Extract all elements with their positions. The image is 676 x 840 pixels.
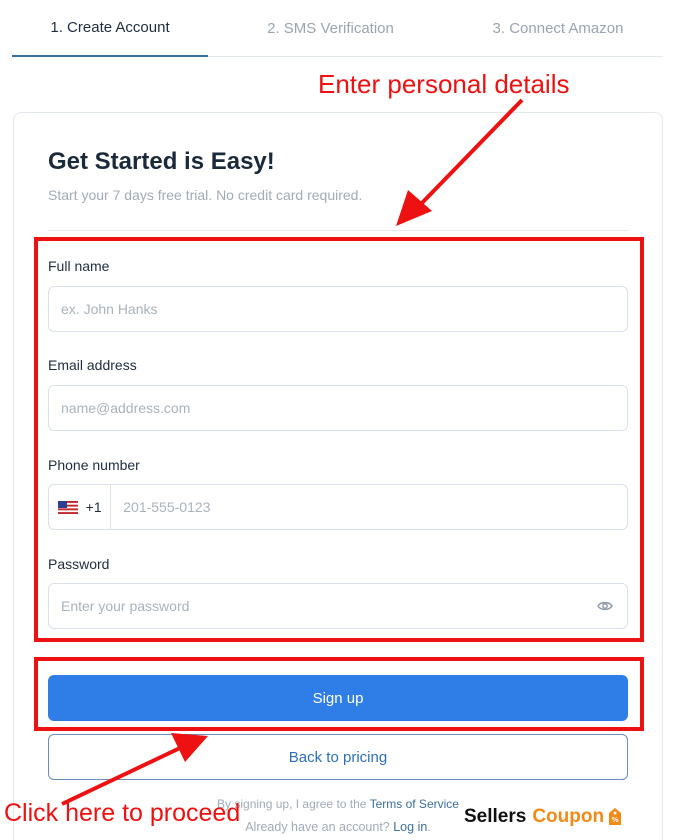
login-link[interactable]: Log in bbox=[393, 820, 427, 834]
tab-sms-verification[interactable]: 2. SMS Verification bbox=[208, 0, 453, 57]
annotation-bottom-text: Click here to proceed bbox=[4, 799, 241, 827]
watermark-part1: Sellers bbox=[464, 806, 527, 827]
annotation-box-details bbox=[34, 237, 644, 642]
tab-connect-amazon[interactable]: 3. Connect Amazon bbox=[453, 0, 663, 57]
annotation-top-text: Enter personal details bbox=[318, 69, 570, 99]
terms-link[interactable]: Terms of Service bbox=[370, 797, 459, 811]
divider bbox=[48, 230, 628, 231]
page-subtitle: Start your 7 days free trial. No credit … bbox=[48, 187, 363, 203]
annotation-box-signup bbox=[34, 657, 644, 731]
watermark-part2: Coupon bbox=[532, 806, 605, 827]
signup-page: 1. Create Account 2. SMS Verification 3.… bbox=[0, 0, 676, 840]
watermark-logo: Sellers Coupon % bbox=[464, 806, 624, 828]
login-suffix: . bbox=[427, 820, 431, 834]
login-prefix: Already have an account? bbox=[245, 820, 390, 834]
back-to-pricing-button[interactable]: Back to pricing bbox=[48, 734, 628, 780]
price-tag-icon: % bbox=[609, 808, 622, 825]
tab-create-account[interactable]: 1. Create Account bbox=[12, 0, 208, 57]
step-tabs: 1. Create Account 2. SMS Verification 3.… bbox=[12, 0, 663, 57]
page-title: Get Started is Easy! bbox=[48, 148, 275, 175]
svg-text:%: % bbox=[612, 816, 619, 824]
